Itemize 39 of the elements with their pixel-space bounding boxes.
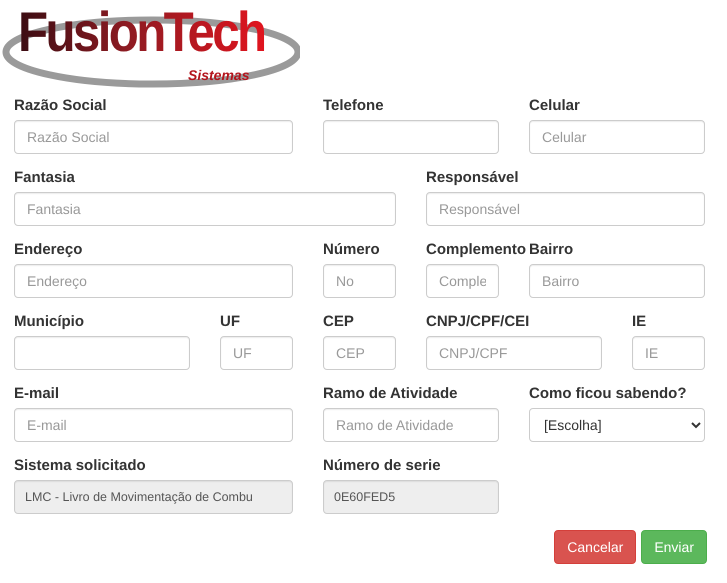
input-field[interactable]: CNPJ/CPF bbox=[426, 336, 602, 370]
input-field[interactable]: LMC - Livro de Movimentação de Combu bbox=[14, 480, 293, 514]
field-label: Responsável bbox=[426, 168, 519, 187]
cancel-button[interactable]: Cancelar bbox=[554, 530, 636, 564]
field-label: E-mail bbox=[14, 384, 60, 403]
field-label: Município bbox=[14, 312, 84, 331]
field-label: CNPJ/CPF/CEI bbox=[426, 312, 530, 331]
input-field[interactable]: Responsável bbox=[426, 192, 705, 226]
field-label: Número bbox=[323, 240, 380, 259]
logo-tagline: Sistemas bbox=[188, 68, 250, 82]
input-field[interactable]: Endereço bbox=[14, 264, 293, 298]
field-label: Complemento bbox=[426, 240, 526, 259]
input-field[interactable]: UF bbox=[220, 336, 293, 370]
input-field[interactable] bbox=[323, 120, 499, 154]
field-label: Telefone bbox=[323, 96, 384, 115]
input-field[interactable]: IE bbox=[632, 336, 705, 370]
field-label: Número de serie bbox=[323, 456, 441, 475]
input-field[interactable]: 0E60FED5 bbox=[323, 480, 499, 514]
field-label: Fantasia bbox=[14, 168, 75, 187]
input-field[interactable] bbox=[14, 336, 190, 370]
input-field[interactable]: Celular bbox=[529, 120, 705, 154]
select-field[interactable]: [Escolha] bbox=[529, 408, 705, 442]
input-field[interactable]: E-mail bbox=[14, 408, 293, 442]
field-label: Razão Social bbox=[14, 96, 107, 115]
input-field[interactable]: Razão Social bbox=[14, 120, 293, 154]
input-field[interactable]: Bairro bbox=[529, 264, 705, 298]
field-label: Endereço bbox=[14, 240, 82, 259]
field-label: Sistema solicitado bbox=[14, 456, 146, 475]
field-label: IE bbox=[632, 312, 646, 331]
field-label: Como ficou sabendo? bbox=[529, 384, 686, 403]
field-label: Celular bbox=[529, 96, 580, 115]
input-field[interactable]: CEP bbox=[323, 336, 396, 370]
input-field[interactable]: Ramo de Atividade bbox=[323, 408, 499, 442]
field-label: Ramo de Atividade bbox=[323, 384, 458, 403]
input-field[interactable]: No bbox=[323, 264, 396, 298]
field-label: Bairro bbox=[529, 240, 574, 259]
field-label: UF bbox=[220, 312, 240, 331]
input-field[interactable]: Fantasia bbox=[14, 192, 396, 226]
field-label: CEP bbox=[323, 312, 354, 331]
